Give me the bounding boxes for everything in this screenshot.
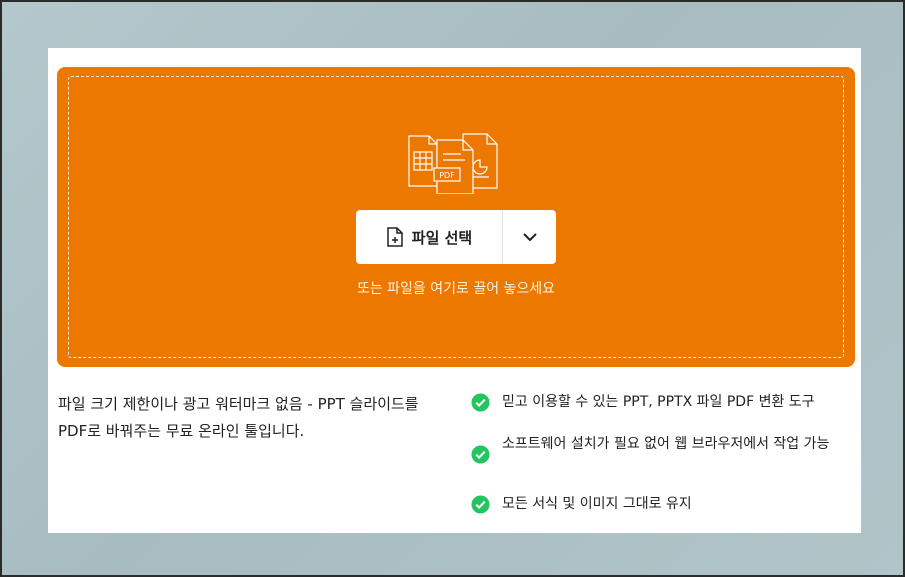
file-dropzone[interactable]: PDF 파일 선택 또는 파일을 여기로 끌어 놓으세요 bbox=[57, 67, 855, 367]
files-illustration-icon: PDF bbox=[408, 133, 498, 194]
file-add-icon bbox=[387, 227, 403, 247]
feature-item: 모든 서식 및 이미지 그대로 유지 bbox=[471, 493, 856, 515]
tool-description: 파일 크기 제한이나 광고 워터마크 없음 - PPT 슬라이드를 PDF로 바… bbox=[58, 395, 419, 440]
select-file-label: 파일 선택 bbox=[411, 228, 473, 247]
check-circle-icon bbox=[471, 393, 490, 412]
feature-text: 소프트웨어 설치가 필요 없어 웹 브라우저에서 작업 가능 bbox=[502, 436, 830, 452]
upload-card: PDF 파일 선택 또는 파일을 여기로 끌어 놓으세요 파일 크기 제한이나 … bbox=[48, 48, 861, 533]
check-circle-icon bbox=[471, 495, 490, 514]
feature-list: 믿고 이용할 수 있는 PPT, PPTX 파일 PDF 변환 도구 소프트웨어… bbox=[471, 391, 856, 515]
feature-text: 모든 서식 및 이미지 그대로 유지 bbox=[502, 496, 692, 512]
select-file-button[interactable]: 파일 선택 bbox=[356, 210, 502, 264]
feature-item: 믿고 이용할 수 있는 PPT, PPTX 파일 PDF 변환 도구 bbox=[471, 391, 856, 433]
feature-text: 믿고 이용할 수 있는 PPT, PPTX 파일 PDF 변환 도구 bbox=[502, 394, 815, 410]
upload-source-dropdown-button[interactable] bbox=[503, 210, 556, 264]
feature-item: 소프트웨어 설치가 필요 없어 웹 브라우저에서 작업 가능 bbox=[471, 433, 856, 493]
check-circle-icon bbox=[471, 445, 490, 464]
chevron-down-icon bbox=[522, 232, 537, 241]
window-frame: PDF 파일 선택 또는 파일을 여기로 끌어 놓으세요 파일 크기 제한이나 … bbox=[0, 0, 905, 577]
drop-hint-text: 또는 파일을 여기로 끌어 놓으세요 bbox=[356, 281, 556, 297]
select-file-button-group: 파일 선택 bbox=[356, 210, 556, 264]
pdf-badge-text: PDF bbox=[439, 171, 455, 180]
